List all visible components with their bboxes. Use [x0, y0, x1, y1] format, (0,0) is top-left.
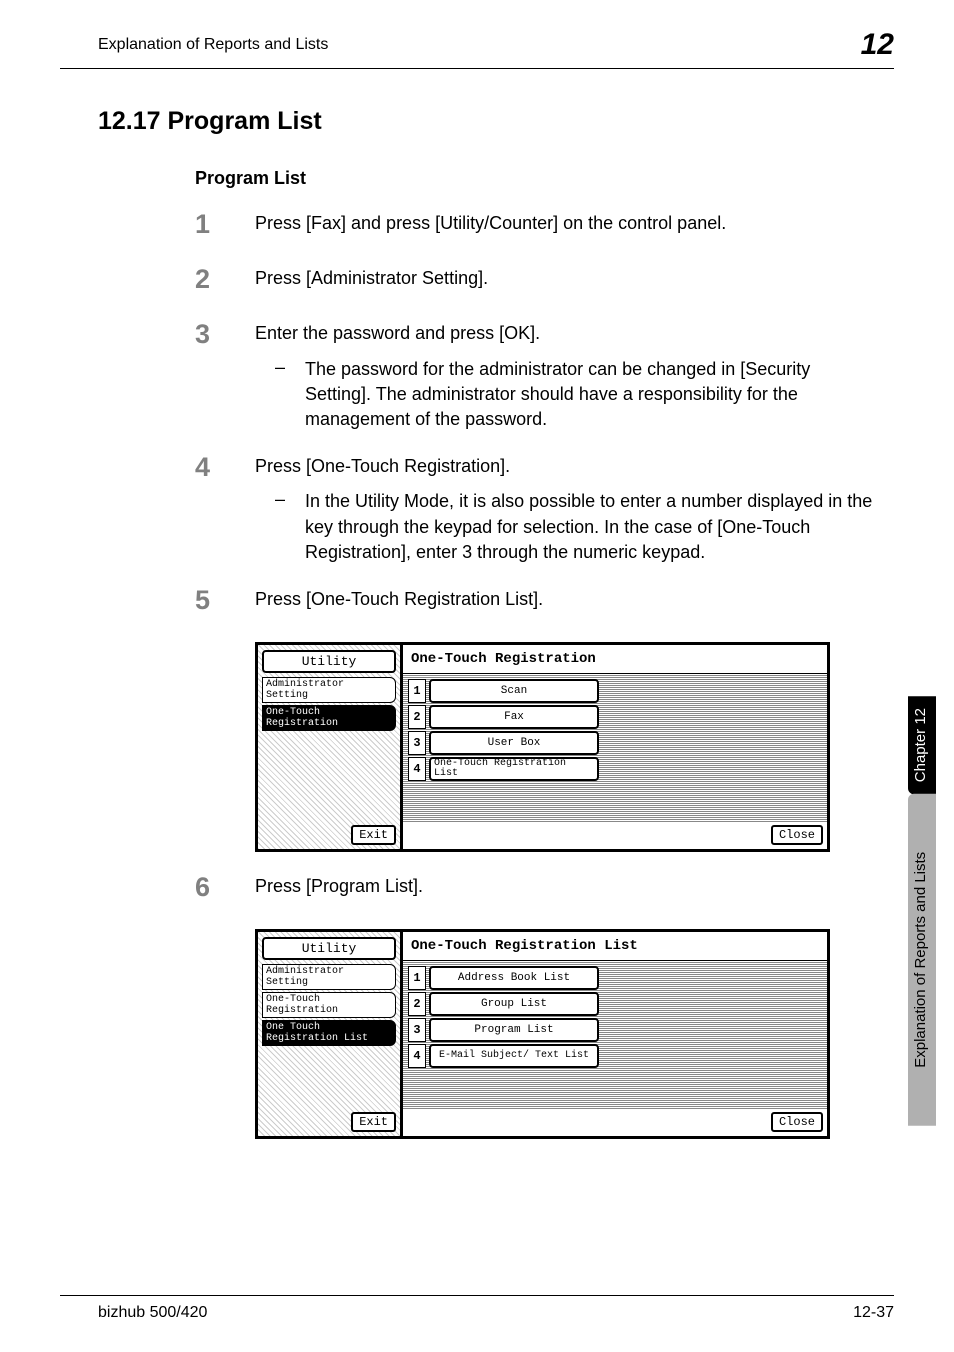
chapter-tab: Chapter 12 Explanation of Reports and Li… — [908, 696, 936, 1126]
menu-item-reglist[interactable]: 4 One-Touch Registration List — [408, 757, 822, 781]
close-button[interactable]: Close — [771, 825, 823, 845]
close-button[interactable]: Close — [771, 1112, 823, 1132]
menu-item-fax[interactable]: 2 Fax — [408, 705, 822, 729]
tab-section: Explanation of Reports and Lists — [908, 794, 936, 1126]
breadcrumb-admin-setting[interactable]: Administrator Setting — [262, 677, 396, 703]
header-title: Explanation of Reports and Lists — [98, 36, 328, 54]
header-number: 12 — [861, 28, 894, 62]
menu-item-scan[interactable]: 1 Scan — [408, 679, 822, 703]
step-text-4: Press [One-Touch Registration]. — [255, 454, 874, 479]
menu-num: 3 — [408, 1018, 426, 1042]
screenshot-2: Utility Administrator Setting One-Touch … — [255, 929, 830, 1139]
menu-label: Address Book List — [429, 966, 599, 990]
breadcrumb-reg-list[interactable]: One Touch Registration List — [262, 1020, 396, 1046]
page-header: Explanation of Reports and Lists 12 — [60, 28, 894, 69]
menu-num: 2 — [408, 705, 426, 729]
breadcrumb-admin-setting[interactable]: Administrator Setting — [262, 964, 396, 990]
menu-num: 4 — [408, 757, 426, 781]
step-text-2: Press [Administrator Setting]. — [255, 266, 874, 291]
step-text-5: Press [One-Touch Registration List]. — [255, 587, 874, 612]
panel-title: One-Touch Registration — [403, 645, 827, 674]
menu-num: 2 — [408, 992, 426, 1016]
step-number-5: 5 — [195, 587, 255, 620]
dash: – — [275, 357, 305, 433]
step-number-4: 4 — [195, 454, 255, 565]
footer-page: 12-37 — [853, 1304, 894, 1322]
step-2: 2 Press [Administrator Setting]. — [195, 266, 894, 299]
menu-item-programlist[interactable]: 3 Program List — [408, 1018, 822, 1042]
breadcrumb-onetouch-reg[interactable]: One-Touch Registration — [262, 705, 396, 731]
step-text-3: Enter the password and press [OK]. — [255, 321, 874, 346]
right-panel: One-Touch Registration 1 Scan 2 Fax 3 Us… — [403, 645, 827, 849]
menu-label: Scan — [429, 679, 599, 703]
subsection-heading: Program List — [195, 168, 894, 189]
left-panel: Utility Administrator Setting One-Touch … — [258, 932, 403, 1136]
menu-label: E-Mail Subject/ Text List — [429, 1044, 599, 1068]
left-panel: Utility Administrator Setting One-Touch … — [258, 645, 403, 849]
menu-item-emailsubject[interactable]: 4 E-Mail Subject/ Text List — [408, 1044, 822, 1068]
utility-title: Utility — [262, 650, 396, 673]
exit-button[interactable]: Exit — [351, 1112, 396, 1132]
step-4-sub: In the Utility Mode, it is also possible… — [305, 489, 874, 565]
step-4: 4 Press [One-Touch Registration]. – In t… — [195, 454, 894, 565]
breadcrumb-onetouch-reg[interactable]: One-Touch Registration — [262, 992, 396, 1018]
menu-label: Program List — [429, 1018, 599, 1042]
step-number-2: 2 — [195, 266, 255, 299]
step-text-1: Press [Fax] and press [Utility/Counter] … — [255, 211, 874, 236]
menu-num: 3 — [408, 731, 426, 755]
screenshot-1: Utility Administrator Setting One-Touch … — [255, 642, 830, 852]
menu-label: Group List — [429, 992, 599, 1016]
step-3-sub: The password for the administrator can b… — [305, 357, 874, 433]
step-6: 6 Press [Program List]. — [195, 874, 894, 907]
menu-num: 4 — [408, 1044, 426, 1068]
dash: – — [275, 489, 305, 565]
utility-title: Utility — [262, 937, 396, 960]
page-footer: bizhub 500/420 12-37 — [60, 1295, 894, 1322]
step-1: 1 Press [Fax] and press [Utility/Counter… — [195, 211, 894, 244]
exit-button[interactable]: Exit — [351, 825, 396, 845]
step-5: 5 Press [One-Touch Registration List]. — [195, 587, 894, 620]
step-number-6: 6 — [195, 874, 255, 907]
menu-label: Fax — [429, 705, 599, 729]
menu-item-grouplist[interactable]: 2 Group List — [408, 992, 822, 1016]
menu-item-addressbook[interactable]: 1 Address Book List — [408, 966, 822, 990]
step-number-1: 1 — [195, 211, 255, 244]
menu-label: One-Touch Registration List — [429, 757, 599, 781]
right-panel: One-Touch Registration List 1 Address Bo… — [403, 932, 827, 1136]
section-heading: 12.17 Program List — [98, 107, 894, 136]
menu-item-userbox[interactable]: 3 User Box — [408, 731, 822, 755]
step-number-3: 3 — [195, 321, 255, 432]
tab-chapter: Chapter 12 — [908, 696, 936, 794]
footer-model: bizhub 500/420 — [98, 1304, 207, 1322]
menu-num: 1 — [408, 679, 426, 703]
menu-num: 1 — [408, 966, 426, 990]
step-text-6: Press [Program List]. — [255, 874, 874, 899]
step-3: 3 Enter the password and press [OK]. – T… — [195, 321, 894, 432]
menu-label: User Box — [429, 731, 599, 755]
panel-title: One-Touch Registration List — [403, 932, 827, 961]
